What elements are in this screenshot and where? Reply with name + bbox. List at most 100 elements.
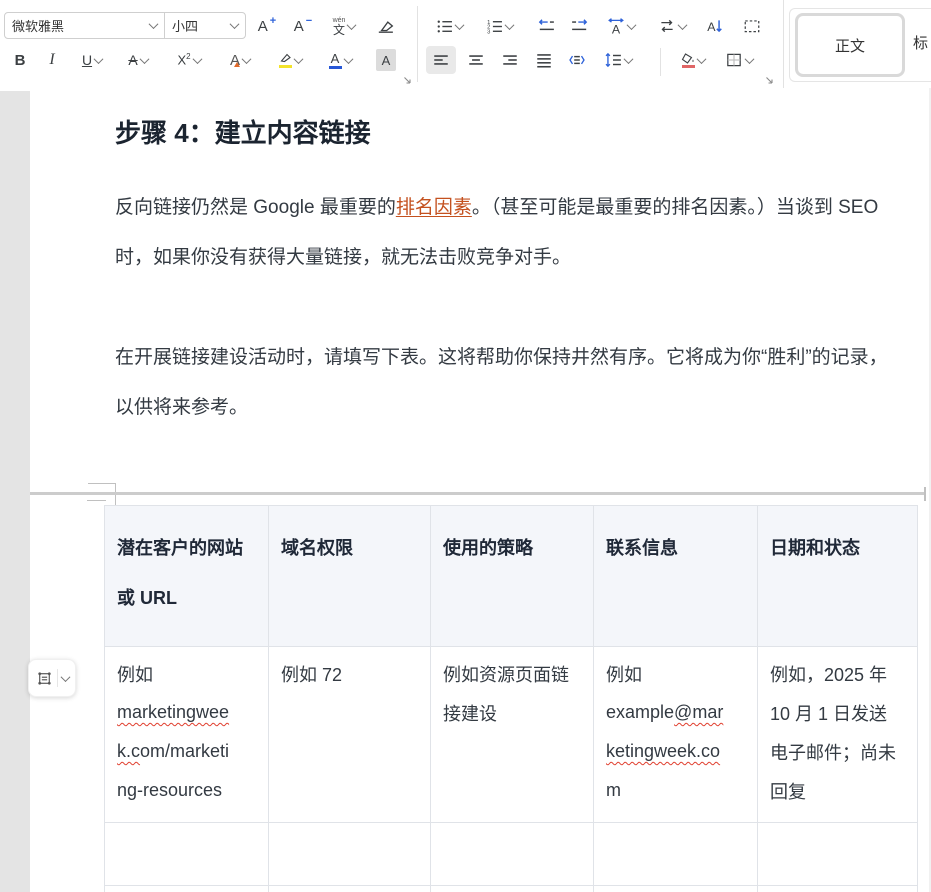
empty-cell[interactable] — [268, 823, 430, 885]
font-size-select[interactable]: 小四 — [165, 13, 245, 38]
italic-button[interactable]: I — [42, 46, 62, 74]
align-left-button[interactable] — [426, 46, 456, 74]
chevron-down-icon — [192, 54, 202, 64]
chevron-down-icon — [242, 54, 252, 64]
header-cell-domain-authority[interactable]: 域名权限 — [268, 506, 430, 646]
shrink-font-button[interactable]: A− — [288, 12, 318, 40]
chevron-down-icon — [139, 54, 149, 64]
empty-cell[interactable] — [757, 886, 918, 892]
chevron-down-icon — [293, 54, 303, 64]
empty-cell[interactable] — [430, 886, 593, 892]
document-canvas[interactable]: 步骤 4：建立内容链接 反向链接仍然是 Google 最重要的排名因素。（甚至可… — [0, 88, 931, 892]
chevron-down-icon — [745, 54, 755, 64]
chevron-down-icon — [678, 20, 688, 30]
header-cell-strategy[interactable]: 使用的策略 — [430, 506, 593, 646]
italic-icon: I — [49, 51, 54, 69]
toolbar-divider — [417, 6, 418, 82]
cell-example-strategy[interactable]: 例如资源页面链接建设 — [430, 647, 593, 822]
margin-corner-mark — [115, 483, 116, 492]
empty-cell[interactable] — [268, 886, 430, 892]
cell-example-url[interactable]: 例如marketingweek.com/marketing-resources — [104, 647, 268, 822]
svg-text:A: A — [612, 22, 621, 35]
font-dialog-launcher[interactable] — [402, 75, 412, 85]
margin-corner-mark — [115, 495, 116, 505]
increase-indent-button[interactable] — [567, 12, 593, 40]
font-name-select[interactable]: 微软雅黑 — [5, 13, 165, 38]
chevron-down-icon — [94, 54, 104, 64]
grow-font-button[interactable]: A+ — [252, 12, 282, 40]
margin-corner-mark — [88, 483, 116, 484]
numbered-list-button[interactable]: 1 2 3 — [481, 12, 517, 40]
empty-cell[interactable] — [104, 886, 268, 892]
align-right-button[interactable] — [496, 46, 524, 74]
font-color-button[interactable]: A — [322, 46, 358, 74]
cell-example-date[interactable]: 例如，2025 年10 月 1 日发送电子邮件；尚未回复 — [757, 647, 918, 822]
launcher-arrow-icon — [402, 75, 412, 85]
font-color-icon: A — [329, 52, 342, 69]
cell-example-email[interactable]: 例如example@marketingweek.com — [593, 647, 757, 822]
table-row-handle[interactable] — [28, 659, 76, 697]
shading-fill-button[interactable] — [674, 46, 712, 74]
empty-cell[interactable] — [593, 886, 757, 892]
phonetic-guide-button[interactable]: wén文 — [324, 12, 364, 40]
borders-button[interactable] — [720, 46, 758, 74]
align-left-icon — [432, 51, 450, 69]
outdent-icon — [537, 17, 555, 35]
indent-icon — [571, 17, 589, 35]
align-right-icon — [501, 51, 519, 69]
style-item-heading-partial[interactable]: 标 — [913, 13, 931, 71]
chevron-down-icon — [624, 54, 634, 64]
font-size-value: 小四 — [172, 16, 198, 35]
header-cell-date-status[interactable]: 日期和状态 — [757, 506, 918, 646]
chevron-down-icon — [454, 20, 464, 30]
empty-cell[interactable] — [430, 823, 593, 885]
empty-cell[interactable] — [104, 823, 268, 885]
line-spacing-button[interactable] — [598, 46, 638, 74]
line-spacing-icon — [604, 51, 622, 69]
bullet-list-icon — [436, 18, 453, 35]
empty-cell[interactable] — [593, 823, 757, 885]
character-border-button[interactable] — [739, 12, 765, 40]
decrease-indent-button[interactable] — [533, 12, 559, 40]
underline-button[interactable]: U — [74, 46, 110, 74]
margin-corner-mark — [87, 500, 106, 501]
strikethrough-button[interactable]: A — [120, 46, 156, 74]
font-name-value: 微软雅黑 — [12, 16, 64, 35]
sort-icon: A — [705, 17, 723, 35]
pinyin-icon: wén文 — [333, 17, 346, 36]
superscript-button[interactable]: X2 — [170, 46, 208, 74]
header-cell-contact-info[interactable]: 联系信息 — [593, 506, 757, 646]
style-item-normal[interactable]: 正文 — [795, 13, 905, 77]
empty-cell[interactable] — [757, 823, 918, 885]
underline-icon: U — [82, 52, 92, 68]
highlight-button[interactable] — [272, 46, 308, 74]
text-effects-icon: A — [230, 52, 240, 69]
style-item-label: 正文 — [835, 35, 865, 56]
style-gallery: 正文 标 — [789, 8, 931, 82]
header-cell-prospect-site[interactable]: 潜在客户的网站或 URL — [104, 506, 268, 646]
chevron-down-icon — [347, 20, 357, 30]
character-shading-button[interactable]: A — [374, 46, 398, 74]
eraser-icon — [376, 17, 394, 35]
align-center-icon — [467, 51, 485, 69]
distribute-button[interactable] — [562, 46, 592, 74]
table-header-row: 潜在客户的网站或 URL 域名权限 使用的策略 联系信息 日期和状态 — [104, 505, 918, 647]
bullet-list-button[interactable] — [431, 12, 467, 40]
chevron-down-icon — [343, 54, 353, 64]
paragraph-dialog-launcher[interactable] — [764, 75, 774, 85]
text-wrap-button[interactable] — [653, 12, 691, 40]
svg-text:3: 3 — [487, 29, 490, 35]
chevron-down-icon — [627, 20, 637, 30]
clear-format-button[interactable] — [372, 12, 398, 40]
page-margin-strip — [0, 91, 30, 892]
cell-example-da[interactable]: 例如 72 — [268, 647, 430, 822]
character-scale-button[interactable]: A — [601, 12, 641, 40]
char-border-icon — [743, 17, 761, 35]
align-center-button[interactable] — [462, 46, 490, 74]
sort-button[interactable]: A — [701, 12, 727, 40]
chevron-down-icon — [149, 19, 159, 29]
justify-button[interactable] — [530, 46, 558, 74]
text-effects-button[interactable]: A — [222, 46, 258, 74]
bold-button[interactable]: B — [8, 46, 32, 74]
margin-corner-mark — [924, 487, 926, 501]
